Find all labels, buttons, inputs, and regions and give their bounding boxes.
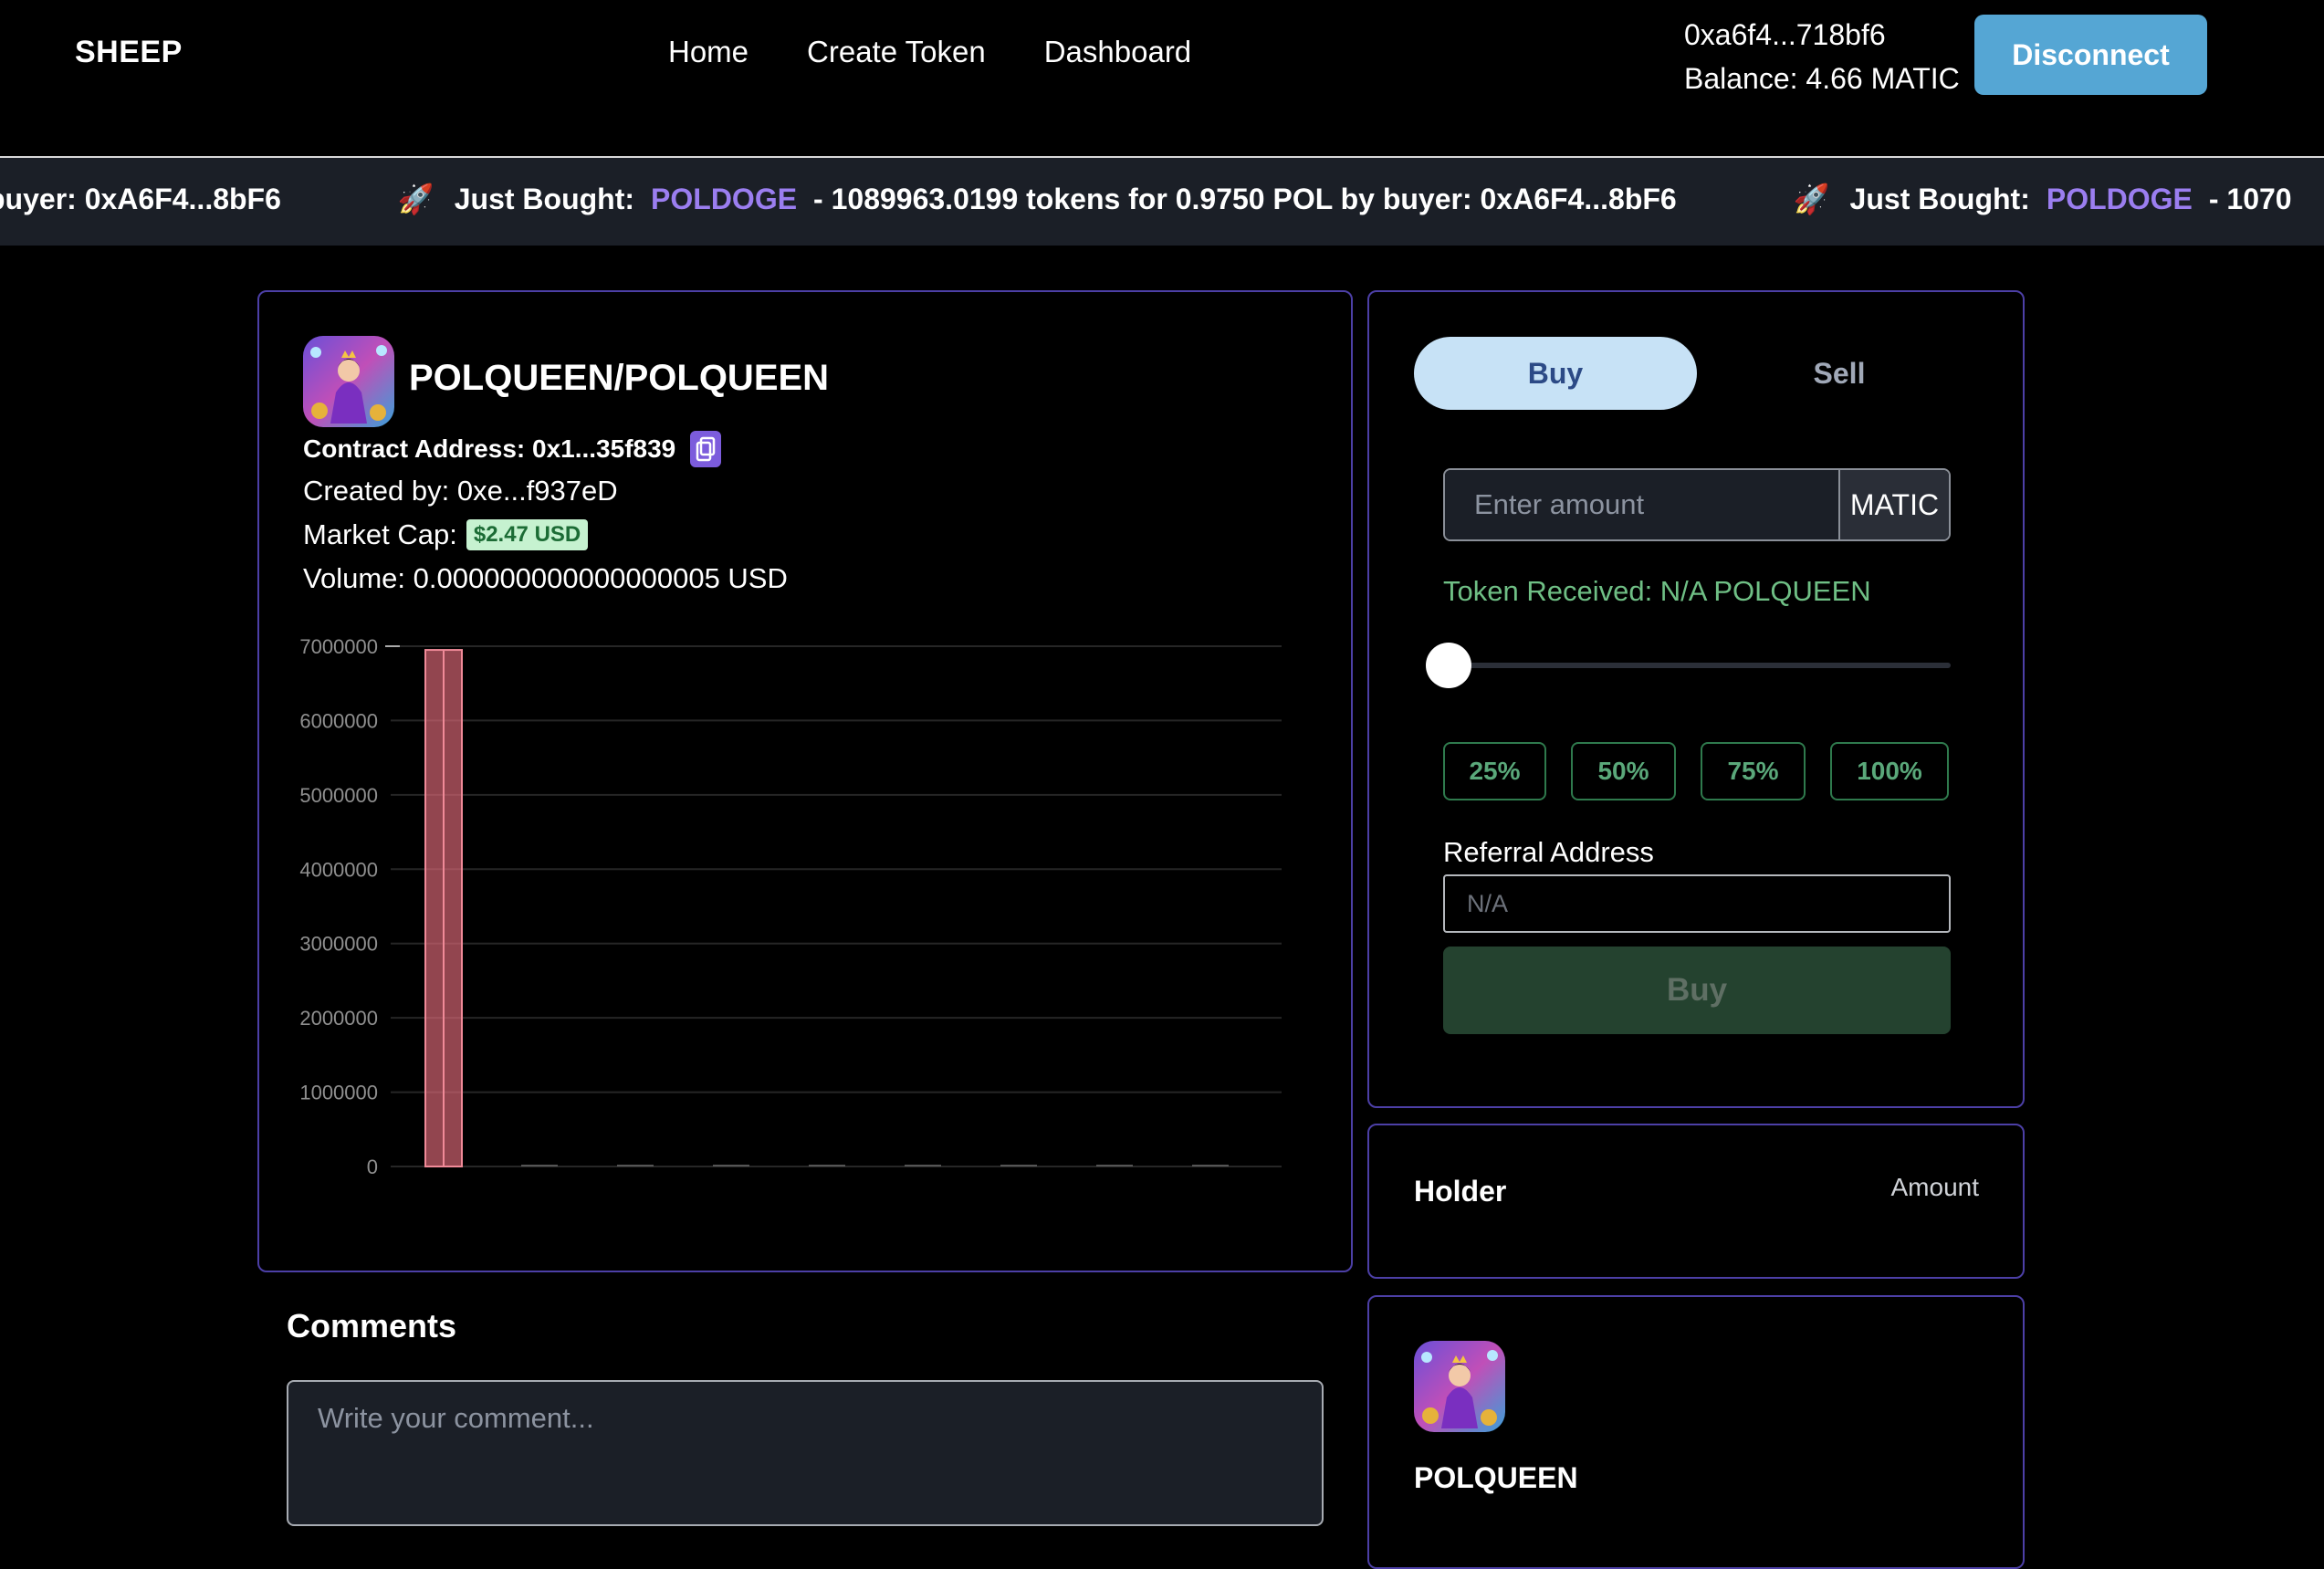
chart-bar — [905, 1165, 941, 1166]
percent-75-button[interactable]: 75% — [1701, 742, 1806, 800]
buy-button[interactable]: Buy — [1443, 947, 1951, 1034]
chart-y-tick-label: 0 — [367, 1156, 378, 1178]
amount-slider-thumb[interactable] — [1426, 643, 1471, 688]
chart-y-tick-label: 2000000 — [299, 1007, 378, 1030]
wallet-address: 0xa6f4...718bf6 — [1684, 18, 1886, 51]
ticker-item: buyer: 0xA6F4...8bF6 — [0, 182, 281, 216]
brand-logo[interactable]: SHEEP — [75, 35, 183, 70]
token-info-logo — [1414, 1341, 1505, 1432]
rocket-icon: 🚀 — [1793, 183, 1830, 215]
percent-buttons: 25% 50% 75% 100% — [1443, 742, 1949, 800]
chart-y-axis: 0 1000000 2000000 3000000 4000000 5000000 6000… — [299, 635, 378, 1178]
chart-y-tick-label: 5000000 — [299, 784, 378, 807]
ticker-lead-text: buyer: 0xA6F4...8bF6 — [0, 182, 281, 215]
chart-bar — [1096, 1165, 1133, 1166]
ticker-item: 🚀 Just Bought: POLDOGE - 1070 — [1794, 182, 2292, 216]
ticker-symbol[interactable]: POLDOGE — [651, 183, 797, 216]
referral-label: Referral Address — [1443, 836, 1654, 868]
wallet-info: 0xa6f4...718bf6 Balance: 4.66 MATIC — [1684, 13, 1960, 100]
rocket-icon: 🚀 — [397, 183, 434, 215]
chart-bar — [1192, 1165, 1229, 1166]
market-cap-label: Market Cap: — [303, 518, 457, 550]
ticker-detail: - 1070 — [2208, 182, 2292, 215]
comments-heading: Comments — [287, 1307, 457, 1344]
contract-address: Contract Address: 0x1...35f839 — [303, 431, 722, 467]
percent-100-button[interactable]: 100% — [1830, 742, 1949, 800]
disconnect-button[interactable]: Disconnect — [1974, 15, 2207, 95]
amount-input[interactable] — [1445, 470, 1838, 539]
main-nav: Home Create Token Dashboard — [668, 35, 1191, 69]
chart-y-tick-label: 6000000 — [299, 709, 378, 732]
volume: Volume: 0.000000000000000005 USD — [303, 562, 788, 594]
ticker-track: buyer: 0xA6F4...8bF6 🚀 Just Bought: POLD… — [0, 182, 2324, 216]
token-info-name: POLQUEEN — [1414, 1461, 1578, 1494]
token-logo — [303, 336, 394, 427]
holder-column-header: Holder — [1414, 1175, 1507, 1208]
ticker-symbol[interactable]: POLDOGE — [2047, 183, 2193, 216]
amount-field: MATIC — [1443, 468, 1951, 541]
percent-25-button[interactable]: 25% — [1443, 742, 1546, 800]
copy-icon[interactable] — [690, 431, 722, 467]
token-title: POLQUEEN/POLQUEEN — [409, 358, 830, 398]
tab-sell[interactable]: Sell — [1698, 337, 1981, 410]
token-received: Token Received: N/A POLQUEEN — [1443, 575, 1871, 607]
ticker-item: 🚀 Just Bought: POLDOGE - 1089963.0199 to… — [398, 182, 1677, 216]
chart-grid — [391, 645, 1282, 1167]
nav-home[interactable]: Home — [668, 35, 748, 69]
nav-dashboard[interactable]: Dashboard — [1044, 35, 1191, 69]
chart-bar — [521, 1165, 558, 1166]
market-cap: Market Cap: $2.47 USD — [303, 518, 589, 551]
token-card: POLQUEEN/POLQUEEN Contract Address: 0x1.… — [257, 290, 1353, 1272]
amount-slider-track[interactable] — [1443, 663, 1951, 668]
chart-bars — [424, 649, 1229, 1168]
tab-buy[interactable]: Buy — [1414, 337, 1697, 410]
contract-address-text: Contract Address: 0x1...35f839 — [303, 434, 676, 463]
chart-bar — [617, 1165, 654, 1166]
wallet-balance: Balance: 4.66 MATIC — [1684, 62, 1960, 95]
chart-y-tick-label: 7000000 — [299, 635, 378, 658]
ticker-detail: - 1089963.0199 tokens for 0.9750 POL by … — [813, 182, 1677, 215]
chart-bar — [713, 1165, 749, 1166]
ticker-label: Just Bought: — [454, 182, 635, 215]
chart-y-tick-label: 1000000 — [299, 1082, 378, 1104]
chart-y-tick-label: 4000000 — [299, 858, 378, 881]
amount-unit: MATIC — [1838, 470, 1949, 539]
referral-input[interactable] — [1443, 874, 1951, 933]
amount-column-header: Amount — [1890, 1173, 1980, 1201]
holders-panel: Holder Amount — [1367, 1124, 2025, 1279]
percent-50-button[interactable]: 50% — [1571, 742, 1676, 800]
chart-y-tick-label: 3000000 — [299, 933, 378, 956]
market-cap-badge: $2.47 USD — [466, 519, 589, 550]
top-header: SHEEP Home Create Token Dashboard 0xa6f4… — [0, 0, 2324, 157]
ticker-label: Just Bought: — [1849, 182, 2030, 215]
trade-panel: Buy Sell MATIC Token Received: N/A POLQU… — [1367, 290, 2025, 1108]
purchase-ticker: buyer: 0xA6F4...8bF6 🚀 Just Bought: POLD… — [0, 156, 2324, 246]
token-info-panel: POLQUEEN — [1367, 1295, 2025, 1569]
volume-chart: 0 1000000 2000000 3000000 4000000 5000000 6000… — [299, 635, 1282, 1178]
nav-create-token[interactable]: Create Token — [807, 35, 986, 69]
created-by: Created by: 0xe...f937eD — [303, 475, 618, 507]
comment-input[interactable] — [287, 1380, 1324, 1526]
chart-bar — [1000, 1165, 1037, 1166]
chart-bar — [809, 1165, 845, 1166]
